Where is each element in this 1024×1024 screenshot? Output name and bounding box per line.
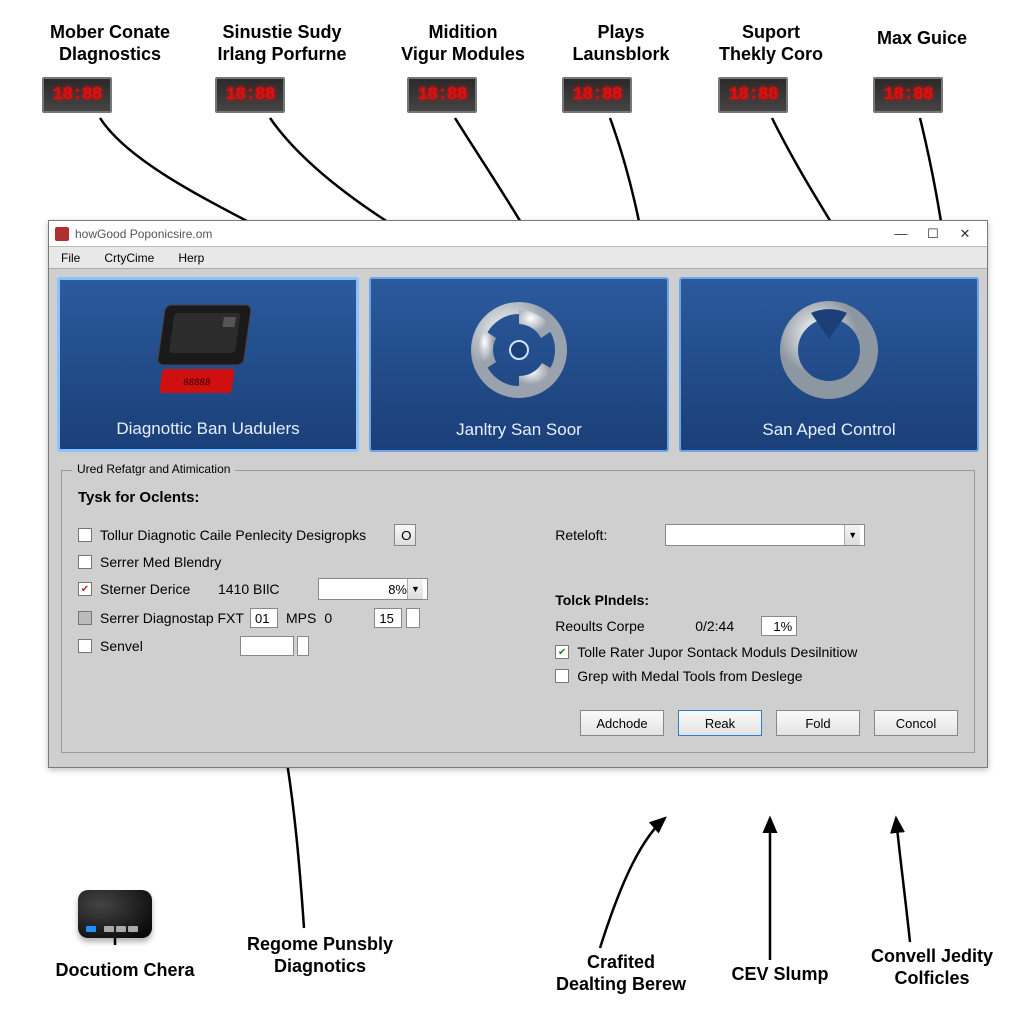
svg-text:88888: 88888 xyxy=(182,378,210,388)
input-fxt2[interactable] xyxy=(374,608,402,628)
btn-adchode[interactable]: Adchode xyxy=(580,710,664,736)
select-sterner-pct[interactable]: 8% ▼ xyxy=(318,578,428,600)
label-sterner: Sterner Derice xyxy=(100,581,210,597)
tile-control[interactable]: San Aped Control xyxy=(679,277,979,452)
led-4 xyxy=(562,77,632,113)
bottom-label-4: CEV Slump xyxy=(720,964,840,986)
bottom-label-1: Docutiom Chera xyxy=(40,960,210,982)
maximize-button[interactable]: ☐ xyxy=(917,224,949,244)
input-senvel-2[interactable] xyxy=(297,636,309,656)
tile-control-label: San Aped Control xyxy=(762,420,895,440)
btn-concol[interactable]: Concol xyxy=(874,710,958,736)
led-6 xyxy=(873,77,943,113)
tile-janltry[interactable]: Janltry San Soor xyxy=(369,277,669,452)
chevron-down-icon: ▼ xyxy=(407,579,423,599)
chk-tolle-rater[interactable] xyxy=(555,645,569,659)
label-reoults: Reoults Corpe xyxy=(555,618,665,634)
section-title: Tysk for Oclents: xyxy=(78,489,958,506)
callout-1: Mober ConateDlagnostics xyxy=(35,22,185,65)
callout-4: PlaysLaunsblork xyxy=(556,22,686,65)
close-button[interactable]: ✕ xyxy=(949,224,981,244)
led-5 xyxy=(718,77,788,113)
button-bar: Adchode Reak Fold Concol xyxy=(78,710,958,736)
titlebar[interactable]: howGood Poponicsire.om — ☐ ✕ xyxy=(49,221,987,247)
label-serrer-diag: Serrer Diagnostap FXT xyxy=(100,610,250,626)
chk-serrer-med[interactable] xyxy=(78,555,92,569)
chk-sterner[interactable] xyxy=(78,582,92,596)
chk-serrer-diag[interactable] xyxy=(78,611,92,625)
btn-reak[interactable]: Reak xyxy=(678,710,762,736)
label-mps: MPS xyxy=(286,610,316,626)
tile-diagnostic[interactable]: 88888 Diagnottic Ban Uadulers xyxy=(57,277,359,452)
bottom-label-5: Convell JedityColficles xyxy=(852,946,1012,989)
led-1 xyxy=(42,77,112,113)
groupbox-main: Ured Refatgr and Atimication Tysk for Oc… xyxy=(61,470,975,753)
input-fxt1[interactable] xyxy=(250,608,278,628)
chk-grep[interactable] xyxy=(555,669,569,683)
app-window: howGood Poponicsire.om — ☐ ✕ File CrtyCi… xyxy=(48,220,988,768)
tile-janltry-graphic xyxy=(371,279,667,420)
callout-3: MiditionVigur Modules xyxy=(388,22,538,65)
select-reteloft[interactable]: ▼ xyxy=(665,524,865,546)
label-tolle-rater: Tolle Rater Jupor Sontack Moduls Desilni… xyxy=(577,644,857,660)
led-3 xyxy=(407,77,477,113)
label-grep: Grep with Medal Tools from Deslege xyxy=(577,668,802,684)
window-title: howGood Poponicsire.om xyxy=(75,227,212,241)
val-mps: 0 xyxy=(324,610,354,626)
tile-diagnostic-label: Diagnottic Ban Uadulers xyxy=(116,419,299,439)
label-tolck: Tolck Plndels: xyxy=(555,592,649,608)
input-senvel[interactable] xyxy=(240,636,294,656)
app-icon xyxy=(55,227,69,241)
tile-janltry-label: Janltry San Soor xyxy=(456,420,582,440)
callout-5: SuportThekly Coro xyxy=(706,22,836,65)
val-reoults-a: 0/2:44 xyxy=(695,618,755,634)
callout-2: Sinustie SudyIrlang Porfurne xyxy=(197,22,367,65)
groupbox-title: Ured Refatgr and Atimication xyxy=(72,462,235,476)
chevron-down-icon: ▼ xyxy=(844,525,860,545)
input-reoults-pct[interactable] xyxy=(761,616,797,636)
menubar: File CrtyCime Herp xyxy=(49,247,987,269)
menu-herp[interactable]: Herp xyxy=(172,249,210,267)
tile-diagnostic-graphic: 88888 xyxy=(60,280,356,419)
chk-tollur[interactable] xyxy=(78,528,92,542)
top-tiles: 88888 Diagnottic Ban Uadulers xyxy=(49,269,987,460)
val-sterner: 1410 BIlC xyxy=(218,581,288,597)
minimize-button[interactable]: — xyxy=(885,224,917,244)
btn-fold[interactable]: Fold xyxy=(776,710,860,736)
menu-file[interactable]: File xyxy=(55,249,86,267)
tile-control-graphic xyxy=(681,279,977,420)
callout-6: Max Guice xyxy=(862,28,982,50)
btn-small-o[interactable]: O xyxy=(394,524,416,546)
label-tollur: Tollur Diagnotic Caile Penlecity Desigro… xyxy=(100,527,366,543)
bottom-label-3: CrafitedDealting Berew xyxy=(526,952,716,995)
device-thumb xyxy=(78,890,152,938)
label-senvel: Senvel xyxy=(100,638,210,654)
menu-crtycime[interactable]: CrtyCime xyxy=(98,249,160,267)
label-serrer-med: Serrer Med Blendry xyxy=(100,554,221,570)
chk-senvel[interactable] xyxy=(78,639,92,653)
bottom-label-2: Regome PunsblyDiagnotics xyxy=(225,934,415,977)
label-reteloft: Reteloft: xyxy=(555,527,635,543)
input-fxt3[interactable] xyxy=(406,608,420,628)
led-2 xyxy=(215,77,285,113)
